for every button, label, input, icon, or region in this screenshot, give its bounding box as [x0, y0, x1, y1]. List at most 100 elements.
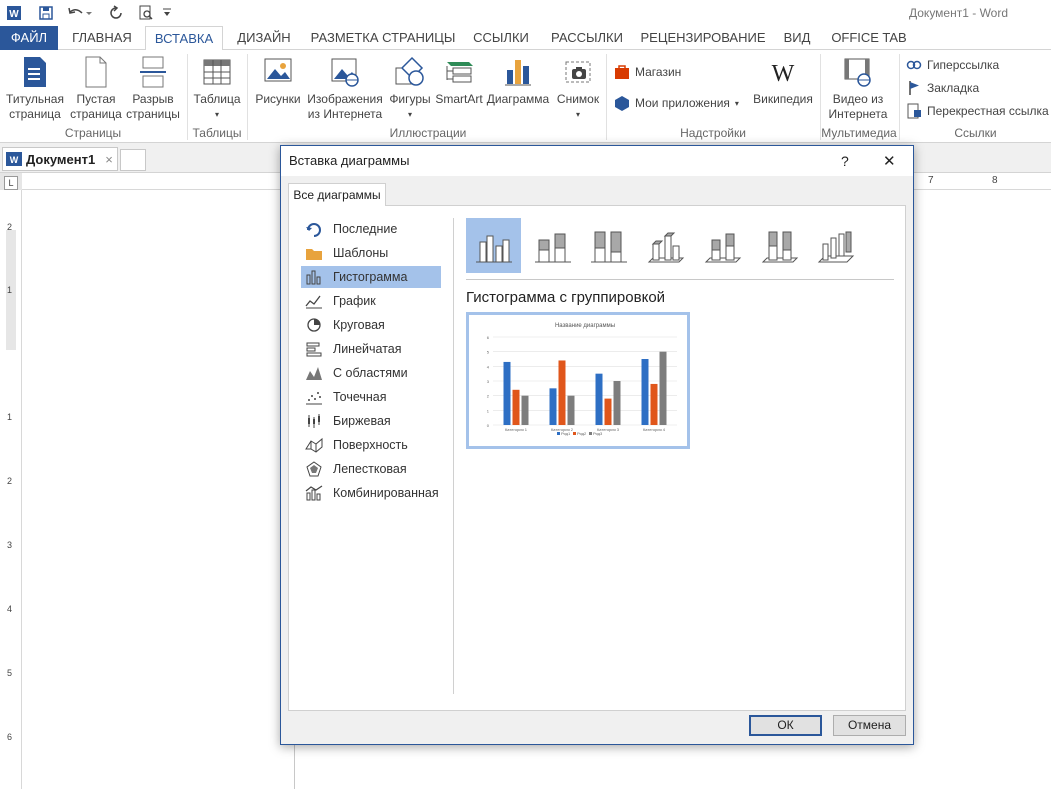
bar — [650, 383, 658, 425]
bookmark-icon — [909, 81, 919, 95]
chart-category-6[interactable]: Линейчатая — [301, 338, 441, 360]
surface-chart-icon — [305, 437, 323, 453]
chart-category-2[interactable]: Шаблоны — [301, 242, 441, 264]
y-tick-label: 5 — [487, 350, 490, 355]
tab-mailings[interactable]: РАССЫЛКИ — [541, 26, 633, 50]
ok-button[interactable]: ОК — [749, 715, 822, 736]
chart-preview[interactable]: Название диаграммы 0 1 2 3 4 5 6 Категория 1 Кате… — [466, 312, 690, 449]
group-pages-label: Страницы — [64, 126, 122, 140]
line-chart-icon — [305, 293, 323, 309]
word-logo-icon[interactable]: W — [4, 3, 24, 23]
title-page-button[interactable]: Титульная страница — [2, 56, 68, 122]
tab-insert[interactable]: ВСТАВКА — [145, 26, 223, 51]
blank-page-button[interactable]: Пустая страница — [68, 56, 124, 122]
online-pictures-button[interactable]: Изображения из Интернета — [304, 56, 386, 122]
tab-office-tab[interactable]: OFFICE TAB — [826, 26, 912, 50]
bar — [558, 360, 566, 425]
chart-category-label: Биржевая — [333, 414, 391, 428]
title-bar: W Документ1 - Word — [0, 0, 1051, 26]
my-apps-icon — [615, 96, 629, 111]
ribbon-tabs: ФАЙЛ ГЛАВНАЯ ВСТАВКА ДИЗАЙН РАЗМЕТКА СТР… — [0, 26, 1051, 51]
redo-icon[interactable] — [106, 3, 126, 23]
shapes-icon — [395, 56, 424, 86]
crossref-button[interactable]: Перекрестная ссылка — [906, 103, 1049, 119]
save-icon[interactable] — [36, 3, 56, 23]
recent-icon — [305, 221, 323, 237]
bar — [604, 398, 612, 425]
customize-icon[interactable] — [160, 3, 174, 23]
chart-category-12[interactable]: Комбинированная — [301, 482, 441, 504]
document-tab-close-icon[interactable]: × — [105, 152, 113, 167]
online-pictures-icon — [331, 58, 359, 87]
wikipedia-button[interactable]: W Википедия — [750, 56, 816, 107]
tab-review[interactable]: РЕЦЕНЗИРОВАНИЕ — [638, 26, 768, 50]
column-chart-icon — [305, 269, 323, 285]
chart-category-7[interactable]: С областями — [301, 362, 441, 384]
shapes-button[interactable]: Фигуры ▾ — [386, 56, 434, 122]
3d-column-icon — [817, 231, 854, 262]
dialog-title: Вставка диаграммы — [289, 153, 410, 168]
dialog-body: Последние Шаблоны Гистограмма График Кругова… — [288, 205, 906, 711]
percent-stacked-column-type[interactable] — [581, 218, 636, 273]
document-tab[interactable]: W Документ1 × — [2, 147, 118, 171]
chart-category-4[interactable]: График — [301, 290, 441, 312]
clustered-column-icon — [475, 235, 512, 262]
chart-icon — [505, 60, 531, 86]
pictures-button[interactable]: Рисунки — [252, 56, 304, 107]
chart-category-9[interactable]: Биржевая — [301, 410, 441, 432]
y-tick-label: 1 — [487, 408, 490, 413]
chart-category-3[interactable]: Гистограмма — [301, 266, 441, 288]
my-apps-button[interactable]: Мои приложения ▾ — [614, 95, 739, 111]
tab-references[interactable]: ССЫЛКИ — [466, 26, 536, 50]
3d-stacked-column-type[interactable] — [694, 218, 749, 273]
hyperlink-button[interactable]: Гиперссылка — [906, 57, 999, 73]
chart-button[interactable]: Диаграмма — [484, 56, 552, 107]
page-break-icon — [140, 56, 166, 88]
tab-view[interactable]: ВИД — [773, 26, 821, 50]
chart-category-8[interactable]: Точечная — [301, 386, 441, 408]
close-icon[interactable]: ✕ — [883, 152, 896, 170]
y-tick-label: 2 — [487, 394, 490, 399]
tab-design[interactable]: ДИЗАЙН — [228, 26, 300, 50]
percent-stacked-column-icon — [590, 231, 627, 262]
3d-percent-stacked-column-type[interactable] — [751, 218, 806, 273]
undo-icon[interactable] — [64, 3, 94, 23]
online-video-button[interactable]: Видео из Интернета — [824, 56, 892, 122]
screenshot-button[interactable]: Снимок ▾ — [552, 56, 604, 122]
3d-clustered-column-type[interactable] — [637, 218, 692, 273]
store-button[interactable]: Магазин — [614, 64, 681, 80]
help-icon[interactable]: ? — [841, 153, 849, 169]
word-doc-icon: W — [6, 152, 22, 166]
tab-all-charts[interactable]: Все диаграммы — [288, 183, 386, 206]
table-button[interactable]: Таблица ▾ — [190, 56, 244, 122]
new-tab-button[interactable] — [120, 149, 146, 171]
chart-category-10[interactable]: Поверхность — [301, 434, 441, 456]
clustered-column-type[interactable] — [466, 218, 521, 273]
tab-selector-icon[interactable]: L — [4, 176, 18, 190]
tab-home[interactable]: ГЛАВНАЯ — [64, 26, 140, 50]
chart-category-1[interactable]: Последние — [301, 218, 441, 240]
tab-file[interactable]: ФАЙЛ — [0, 26, 58, 50]
vertical-ruler[interactable]: 2 1 1 2 3 4 5 6 — [0, 190, 22, 789]
folder-icon — [305, 245, 323, 261]
chart-preview-svg: Название диаграммы 0 1 2 3 4 5 6 Категория 1 Кате… — [487, 323, 677, 436]
tab-layout[interactable]: РАЗМЕТКА СТРАНИЦЫ — [305, 26, 461, 50]
preview-title: Название диаграммы — [555, 323, 615, 329]
cancel-button[interactable]: Отмена — [833, 715, 906, 736]
3d-percent-stacked-column-icon — [761, 231, 798, 262]
pictures-icon — [264, 58, 292, 82]
chart-category-label: Поверхность — [333, 438, 408, 452]
print-preview-icon[interactable] — [136, 3, 156, 23]
chart-category-5[interactable]: Круговая — [301, 314, 441, 336]
3d-column-type[interactable] — [807, 218, 862, 273]
bar — [567, 395, 575, 425]
x-tick-label: Категория 4 — [643, 427, 666, 432]
group-media-label: Мультимедиа — [821, 126, 897, 140]
page-break-button[interactable]: Разрыв страницы — [124, 56, 182, 122]
ribbon: Титульная страница Пустая страница Разры… — [0, 50, 1051, 143]
chart-category-label: Комбинированная — [333, 486, 439, 500]
stacked-column-type[interactable] — [525, 218, 580, 273]
smartart-button[interactable]: SmartArt — [434, 56, 484, 107]
bookmark-button[interactable]: Закладка — [906, 80, 979, 96]
chart-category-11[interactable]: Лепестковая — [301, 458, 441, 480]
